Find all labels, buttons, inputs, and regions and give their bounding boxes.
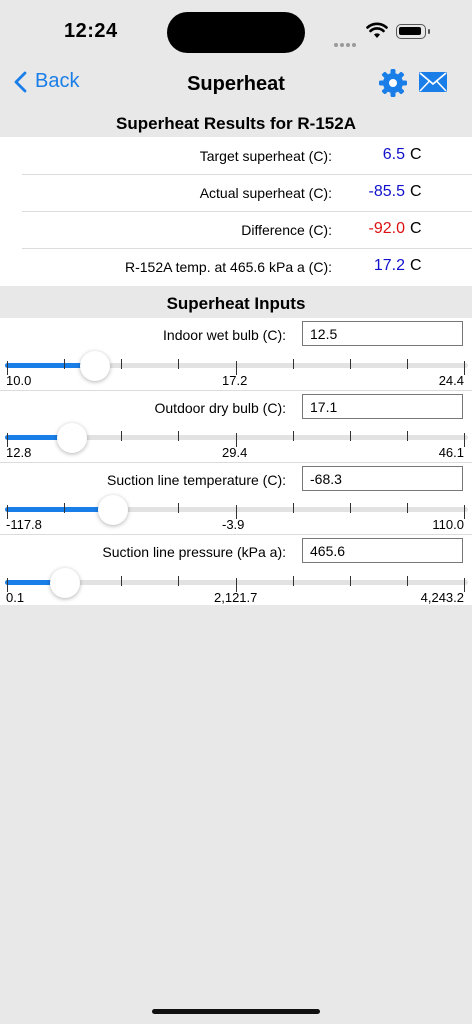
cellular-signal-icon xyxy=(334,34,358,52)
results-section-header: Superheat Results for R-152A xyxy=(116,114,356,133)
inputs-section-header: Superheat Inputs xyxy=(166,294,306,313)
status-time: 12:24 xyxy=(64,20,118,42)
slider-tick xyxy=(407,431,408,441)
slider-tick xyxy=(350,431,351,441)
result-unit: C xyxy=(410,146,422,163)
slider-tick xyxy=(293,431,294,441)
slider-min-label: 0.1 xyxy=(6,590,25,605)
slider-mid-label: 17.2 xyxy=(222,373,248,388)
slider-min-label: 10.0 xyxy=(6,373,32,388)
slider-tick xyxy=(407,576,408,586)
slider-tick xyxy=(178,576,179,586)
result-row-target-superheat: Target superheat (C): 6.5 C xyxy=(0,137,472,174)
row-divider xyxy=(0,462,472,463)
wifi-icon xyxy=(366,22,388,38)
slider-fill xyxy=(5,507,113,512)
slider-tick xyxy=(350,576,351,586)
navigation-bar: Back Superheat xyxy=(0,64,472,106)
slider-min-label: 12.8 xyxy=(6,445,32,460)
home-indicator[interactable] xyxy=(152,1009,320,1014)
result-value: 6.5 xyxy=(382,146,405,163)
slider-thumb[interactable] xyxy=(57,423,88,453)
suction-line-pressure-slider[interactable] xyxy=(5,568,468,598)
result-label: Difference (C): xyxy=(241,222,332,238)
input-label-suction-line-pressure: Suction line pressure (kPa a): xyxy=(102,544,286,560)
slider-tick xyxy=(464,433,465,447)
slider-max-label: 110.0 xyxy=(432,517,464,532)
slider-tick xyxy=(178,359,179,369)
result-value: 17.2 xyxy=(373,257,405,274)
slider-tick xyxy=(464,578,465,592)
slider-max-label: 4,243.2 xyxy=(420,590,464,605)
slider-thumb[interactable] xyxy=(50,568,81,598)
results-panel: Target superheat (C): 6.5 C Actual super… xyxy=(0,137,472,286)
indoor-wet-bulb-slider[interactable] xyxy=(5,351,468,381)
indoor-wet-bulb-field[interactable] xyxy=(302,321,463,346)
result-label: Actual superheat (C): xyxy=(199,185,332,201)
result-row-saturation-temp: R-152A temp. at 465.6 kPa a (C): 17.2 C xyxy=(0,248,472,285)
result-row-actual-superheat: Actual superheat (C): -85.5 C xyxy=(0,174,472,211)
slider-thumb[interactable] xyxy=(79,351,110,381)
battery-icon xyxy=(396,24,430,39)
slider-tick xyxy=(121,359,122,369)
result-label: R-152A temp. at 465.6 kPa a (C): xyxy=(125,259,332,275)
suction-line-temperature-slider[interactable] xyxy=(5,495,468,525)
slider-tick xyxy=(178,431,179,441)
slider-tick xyxy=(178,503,179,513)
inputs-panel: Indoor wet bulb (C): 10.0 17.2 24.4 Outd… xyxy=(0,318,472,605)
slider-tick xyxy=(464,505,465,519)
status-bar: 12:24 xyxy=(0,0,472,64)
input-label-indoor-wet-bulb: Indoor wet bulb (C): xyxy=(163,327,286,343)
outdoor-dry-bulb-slider[interactable] xyxy=(5,423,468,453)
row-divider xyxy=(0,390,472,391)
suction-line-pressure-field[interactable] xyxy=(302,538,463,563)
outdoor-dry-bulb-field[interactable] xyxy=(302,394,463,419)
slider-tick xyxy=(350,359,351,369)
gear-icon[interactable] xyxy=(378,68,408,98)
slider-thumb[interactable] xyxy=(97,495,128,525)
result-unit: C xyxy=(410,220,422,237)
result-value: -85.5 xyxy=(368,183,405,200)
slider-tick xyxy=(293,576,294,586)
slider-max-label: 24.4 xyxy=(438,373,464,388)
result-value: -92.0 xyxy=(368,220,405,237)
slider-tick xyxy=(350,503,351,513)
slider-mid-label: 2,121.7 xyxy=(214,590,258,605)
dynamic-island xyxy=(167,12,305,53)
envelope-icon[interactable] xyxy=(418,71,448,93)
slider-max-label: 46.1 xyxy=(438,445,464,460)
input-label-outdoor-dry-bulb: Outdoor dry bulb (C): xyxy=(154,400,287,416)
slider-tick xyxy=(64,359,65,369)
slider-mid-label: -3.9 xyxy=(222,517,245,532)
slider-tick xyxy=(121,431,122,441)
result-unit: C xyxy=(410,183,422,200)
input-label-suction-line-temperature: Suction line temperature (C): xyxy=(107,472,286,488)
slider-tick xyxy=(407,503,408,513)
row-divider xyxy=(0,534,472,535)
slider-mid-label: 29.4 xyxy=(222,445,248,460)
suction-line-temperature-field[interactable] xyxy=(302,466,463,491)
slider-tick xyxy=(64,503,65,513)
result-label: Target superheat (C): xyxy=(199,148,332,164)
slider-tick xyxy=(293,503,294,513)
slider-tick xyxy=(464,361,465,375)
slider-tick xyxy=(293,359,294,369)
slider-min-label: -117.8 xyxy=(6,517,42,532)
slider-tick xyxy=(121,576,122,586)
result-row-difference: Difference (C): -92.0 C xyxy=(0,211,472,248)
result-unit: C xyxy=(410,257,422,274)
slider-tick xyxy=(407,359,408,369)
